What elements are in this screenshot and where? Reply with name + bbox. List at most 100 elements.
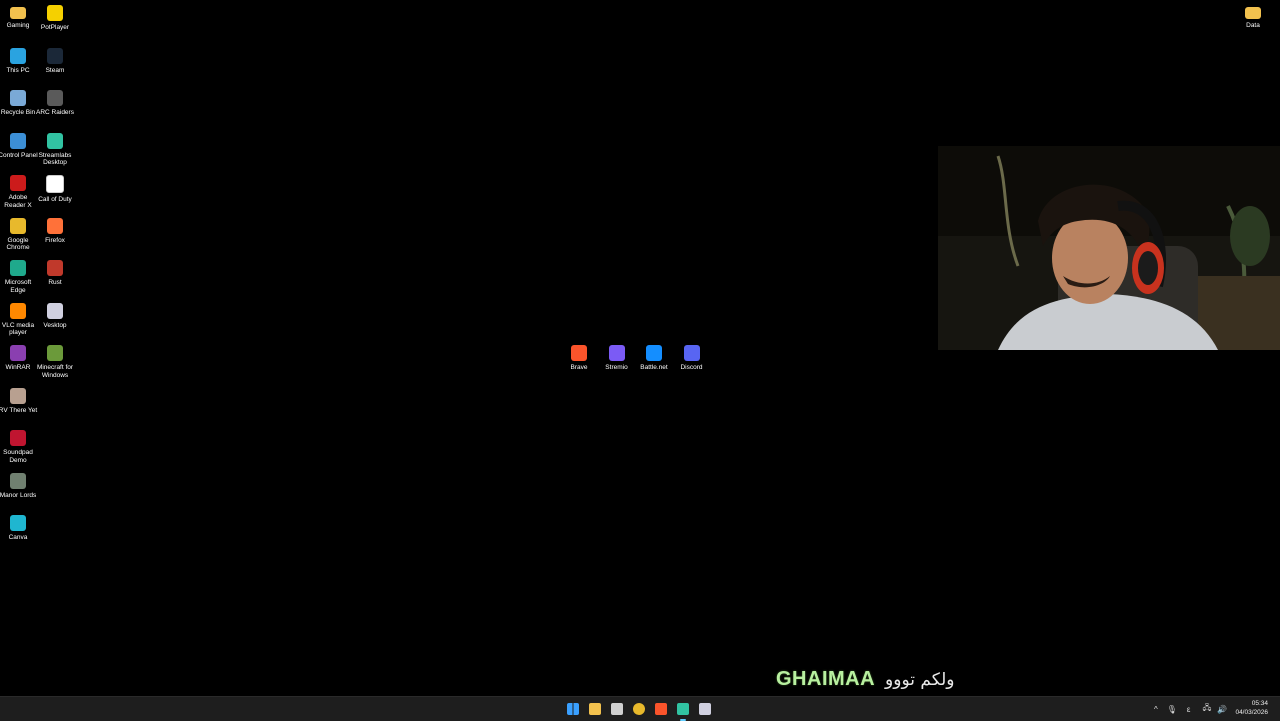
desktop-icon-label: Battle.net <box>640 364 668 371</box>
desktop-icon-vesktop[interactable]: Vesktop <box>36 302 74 330</box>
chevron-up-icon[interactable]: ^ <box>1154 705 1158 714</box>
desktop-icon-label: Stremio <box>605 364 628 371</box>
volume-icon[interactable]: 🔊 <box>1217 705 1227 714</box>
desktop-icon-label: Google Chrome <box>6 236 30 252</box>
desktop-icon-label: Firefox <box>45 236 65 244</box>
desktop-icon-potplayer[interactable]: PotPlayer <box>36 5 74 32</box>
streamlabs-icon <box>47 132 63 149</box>
desktop-icon-rv-there-yet[interactable]: RV There Yet <box>0 387 38 415</box>
potplayer-icon <box>47 5 63 21</box>
canva-icon <box>10 515 26 531</box>
desktop-icon-arc-raiders[interactable]: ARC Raiders <box>36 90 74 117</box>
steam-icon <box>47 47 63 64</box>
microphone-icon[interactable]: 🎙 <box>1167 705 1177 714</box>
brave-icon <box>571 345 587 361</box>
taskbar-vesktop[interactable] <box>697 701 713 717</box>
desktop-icon-soundpad-demo[interactable]: Soundpad Demo <box>0 430 37 464</box>
desktop-icon-adobe-reader-x[interactable]: Adobe Reader X <box>0 175 37 209</box>
desktop-icon-label: Soundpad Demo <box>3 449 33 464</box>
desktop-icon-battle-net[interactable]: Battle.net <box>635 345 673 372</box>
desktop-icon-label: Canva <box>8 534 28 541</box>
rv-there-yet-icon <box>10 387 26 404</box>
taskbar-calendar-app[interactable] <box>609 701 625 717</box>
vesktop-icon <box>699 703 711 715</box>
desktop-icon-stremio[interactable]: Stremio <box>598 345 636 372</box>
desktop-icon-label: Adobe Reader X <box>4 194 32 209</box>
desktop-icon-label: Streamlabs Desktop <box>38 151 72 167</box>
desktop-icon-minecraft-for-windows[interactable]: Minecraft for Windows <box>36 345 74 379</box>
desktop-icon-label: VLC media player <box>1 321 35 337</box>
desktop-icon-label: Steam <box>45 66 65 74</box>
winrar-icon <box>10 345 26 361</box>
stremio-icon <box>608 345 625 361</box>
system-tray: ^ 🎙 ε 🖧 🔊 <box>1154 697 1227 721</box>
desktop-icon-label: Manor Lords <box>0 491 37 499</box>
recycle-bin-icon <box>10 90 26 106</box>
desktop-icon-label: Vesktop <box>43 321 67 329</box>
soundpad-icon <box>10 430 26 446</box>
desktop-icon-vlc-media-player[interactable]: VLC media player <box>0 302 37 337</box>
desktop-icon-label: ARC Raiders <box>36 109 74 116</box>
taskbar-clock[interactable]: 05:34 04/03/2026 <box>1235 700 1268 717</box>
desktop-icon-data[interactable]: Data <box>1234 5 1272 30</box>
taskbar-streamlabs[interactable] <box>675 701 691 721</box>
desktop-icon-rust[interactable]: Rust <box>36 260 74 287</box>
brave-icon <box>655 703 667 715</box>
desktop-icon-winrar[interactable]: WinRAR <box>0 345 37 372</box>
taskbar-chrome[interactable] <box>631 701 647 717</box>
welcome-text: ولکم تووو <box>885 669 955 690</box>
network-icon[interactable]: 🖧 <box>1203 702 1212 716</box>
desktop-icon-brave[interactable]: Brave <box>560 345 598 372</box>
taskbar: ^ 🎙 ε 🖧 🔊 05:34 04/03/2026 <box>0 696 1280 721</box>
folder-icon <box>10 7 26 19</box>
battlenet-icon <box>646 345 662 361</box>
desktop-icon-label: WinRAR <box>5 364 31 371</box>
taskbar-brave[interactable] <box>653 701 669 717</box>
desktop-icon-google-chrome[interactable]: Google Chrome <box>0 217 37 252</box>
welcome-name: GHAIMAA <box>776 668 876 690</box>
control-panel-icon <box>10 132 26 149</box>
monitor-icon <box>10 47 26 64</box>
folder-icon <box>589 703 601 715</box>
vesktop-icon <box>47 302 63 319</box>
desktop-icon-streamlabs-desktop[interactable]: Streamlabs Desktop <box>36 132 74 167</box>
minecraft-icon <box>47 345 63 361</box>
welcome-overlay: GHAIMAA ولکم تووو <box>776 668 954 691</box>
taskbar-start-button[interactable] <box>565 701 581 717</box>
webcam-feed <box>938 146 1280 350</box>
desktop-icon-label: Rust <box>48 279 62 286</box>
desktop-icon-label: Gaming <box>6 22 30 29</box>
desktop-icon-label: PotPlayer <box>40 24 70 31</box>
vlc-icon <box>10 302 26 319</box>
desktop-icon-gaming[interactable]: Gaming <box>0 5 37 30</box>
desktop-icon-control-panel[interactable]: Control Panel <box>0 132 38 160</box>
desktop-icon-steam[interactable]: Steam <box>36 47 74 75</box>
document-icon <box>46 175 64 193</box>
desktop-icon-label: RV There Yet <box>0 406 38 414</box>
calendar-icon <box>611 703 623 715</box>
desktop-icon-this-pc[interactable]: This PC <box>0 47 37 75</box>
chrome-icon <box>10 217 26 234</box>
streamlabs-icon <box>677 703 689 715</box>
desktop-icon-label: Brave <box>570 364 588 371</box>
desktop-icon-label: Data <box>1246 22 1260 29</box>
desktop-icon-manor-lords[interactable]: Manor Lords <box>0 472 37 500</box>
desktop-icon-label: Recycle Bin <box>0 109 36 116</box>
desktop-icon-discord[interactable]: Discord <box>673 345 711 372</box>
desktop-icon-canva[interactable]: Canva <box>0 515 37 542</box>
edge-icon <box>10 260 26 276</box>
desktop-icon-label: Call of Duty <box>38 196 72 203</box>
desktop-icon-call-of-duty[interactable]: Call of Duty <box>36 175 74 204</box>
manor-lords-icon <box>10 472 26 489</box>
desktop-icon-label: This PC <box>6 66 30 74</box>
clock-date: 04/03/2026 <box>1235 708 1268 716</box>
desktop-icon-recycle-bin[interactable]: Recycle Bin <box>0 90 37 117</box>
firefox-icon <box>47 217 63 234</box>
adobe-reader-icon <box>10 175 26 191</box>
language-indicator[interactable]: ε <box>1187 705 1191 714</box>
desktop-icon-firefox[interactable]: Firefox <box>36 217 74 245</box>
desktop-icon-label: Control Panel <box>0 151 38 159</box>
clock-time: 05:34 <box>1251 700 1268 707</box>
desktop-icon-microsoft-edge[interactable]: Microsoft Edge <box>0 260 37 294</box>
taskbar-file-explorer[interactable] <box>587 701 603 717</box>
